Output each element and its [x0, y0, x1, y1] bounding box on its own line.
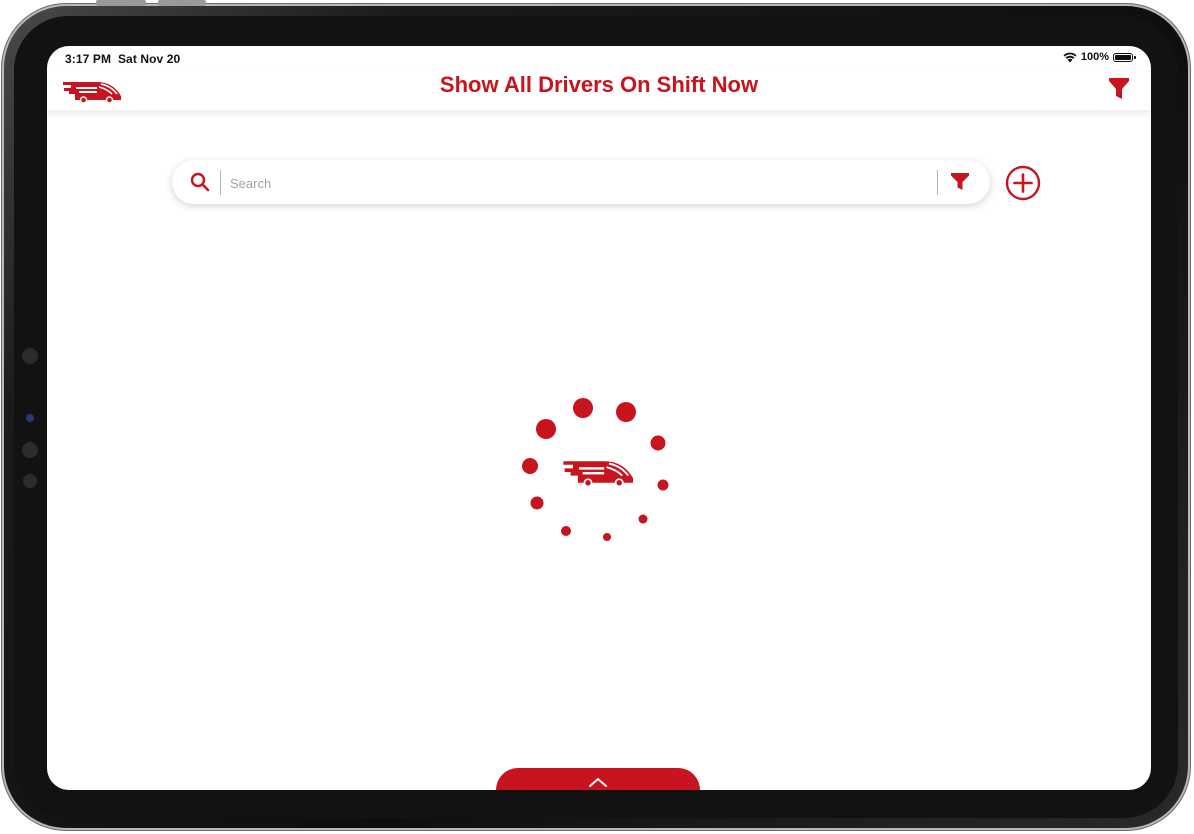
chevron-up-icon — [589, 778, 607, 787]
camera-sensor-2 — [22, 442, 38, 458]
camera-lens — [26, 414, 34, 422]
spinner-dot — [573, 398, 593, 418]
top-power-button — [158, 0, 206, 6]
top-volume-button — [96, 0, 146, 6]
status-bar: 3:17 PM Sat Nov 20 100% — [47, 46, 1151, 68]
page-title: Show All Drivers On Shift Now — [439, 72, 759, 97]
spinner-dot — [530, 496, 544, 510]
search-input[interactable] — [228, 170, 932, 196]
status-time-date: 3:17 PM Sat Nov 20 — [65, 52, 180, 66]
search-filter-icon[interactable] — [951, 173, 969, 191]
app-header: Show All Drivers On Shift Now — [47, 68, 1151, 110]
spinner-dot — [522, 458, 538, 474]
spinner-dot — [616, 402, 636, 422]
camera-sensor — [22, 348, 38, 364]
camera-sensor-3 — [23, 474, 37, 488]
spinner-dot — [638, 514, 648, 524]
search-bar — [172, 160, 990, 204]
truck-logo-icon — [563, 461, 633, 488]
battery-percent: 100% — [1080, 51, 1109, 63]
wifi-icon — [1063, 52, 1077, 62]
search-icon[interactable] — [190, 172, 210, 192]
spinner-dot — [603, 533, 611, 541]
loading-spinner — [522, 398, 669, 541]
status-date: Sat Nov 20 — [117, 52, 181, 66]
spinner-dot — [561, 526, 571, 536]
battery-icon — [1113, 52, 1136, 62]
app-screen: 3:17 PM Sat Nov 20 100% Show All Drivers… — [47, 46, 1151, 790]
status-indicators: 100% — [1063, 51, 1136, 63]
spinner-dot — [657, 479, 669, 491]
status-time: 3:17 PM — [65, 52, 112, 66]
bottom-drawer-tab[interactable] — [496, 768, 700, 790]
search-divider — [220, 170, 221, 195]
spinner-dot — [650, 435, 666, 451]
filter-icon[interactable] — [1109, 78, 1129, 100]
search-divider-right — [937, 170, 938, 195]
spinner-dot — [536, 419, 556, 439]
add-button[interactable] — [1005, 165, 1041, 201]
